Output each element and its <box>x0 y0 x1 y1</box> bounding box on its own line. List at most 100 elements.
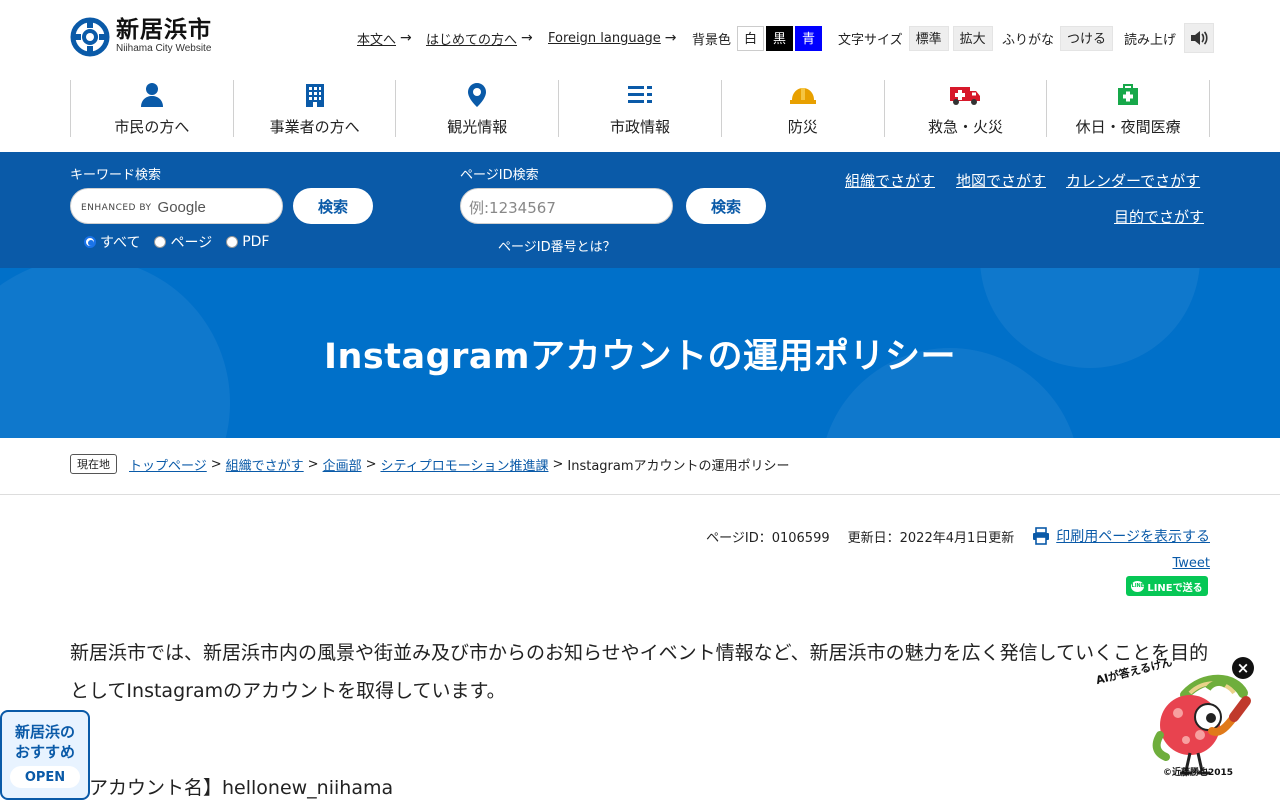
nav-label: 観光情報 <box>447 118 508 136</box>
arrow-right-icon: → <box>400 30 412 46</box>
google-logo: Google <box>157 199 206 216</box>
search-by-organization-link[interactable]: 組織でさがす <box>845 170 935 191</box>
list-icon <box>628 82 653 108</box>
bg-white-button[interactable]: 白 <box>737 25 765 51</box>
radio-checked-icon <box>84 236 96 248</box>
recommend-panel[interactable]: 新居浜の おすすめ OPEN <box>0 710 90 800</box>
breadcrumb-separator: > <box>552 456 564 472</box>
keyword-search-input[interactable]: ENHANCED BY Google <box>70 188 283 224</box>
enhanced-by-text: ENHANCED BY <box>81 202 152 213</box>
page-id-input[interactable]: 例:1234567 <box>460 188 673 224</box>
nav-label: 事業者の方へ <box>269 118 360 136</box>
speaker-icon <box>1191 31 1208 45</box>
text-size-control: 文字サイズ 標準 拡大 <box>838 24 993 52</box>
page-id-help-link[interactable]: ページID番号とは？ <box>498 236 616 255</box>
breadcrumb-separator: > <box>210 456 222 472</box>
text-size-label: 文字サイズ <box>838 32 903 48</box>
ambulance-icon <box>949 82 981 108</box>
nav-label: 救急・火災 <box>927 118 1003 136</box>
page-title-hero: Instagramアカウントの運用ポリシー <box>0 268 1280 438</box>
furigana-control: ふりがな つける <box>1002 24 1114 52</box>
line-share-button[interactable]: LINE LINEで送る <box>1126 576 1208 596</box>
recommend-open-button[interactable]: OPEN <box>10 766 80 788</box>
first-time-link[interactable]: はじめての方へ <box>426 29 517 48</box>
scope-page-radio[interactable]: ページ <box>154 232 212 252</box>
keyword-search-button[interactable]: 検索 <box>293 188 373 224</box>
helmet-icon <box>789 82 817 108</box>
current-location-badge: 現在地 <box>70 454 117 474</box>
line-logo-icon: LINE <box>1131 580 1145 592</box>
search-by-purpose-link[interactable]: 目的でさがす <box>1114 206 1204 227</box>
page-id-text: ページID：0106599 <box>706 530 830 546</box>
foreign-language-link[interactable]: Foreign language <box>548 31 661 46</box>
nav-item-emergency-fire[interactable]: 救急・火災 <box>883 80 1047 137</box>
bg-blue-button[interactable]: 青 <box>795 25 823 51</box>
read-aloud-label: 読み上げ <box>1124 32 1177 48</box>
print-link-wrap[interactable]: 印刷用ページを表示する <box>1032 526 1210 546</box>
arrow-right-icon: → <box>664 30 677 46</box>
nav-label: 市政情報 <box>610 118 671 136</box>
page-id-search-button[interactable]: 検索 <box>686 188 766 224</box>
radio-unchecked-icon <box>226 236 239 248</box>
breadcrumb-link-top[interactable]: トップページ <box>129 455 207 474</box>
read-aloud-control: 読み上げ <box>1124 23 1215 53</box>
bg-color-label: 背景色 <box>692 32 732 48</box>
nav-label: 防災 <box>787 118 818 136</box>
breadcrumb-separator: > <box>307 456 319 472</box>
recommend-line2: おすすめ <box>14 743 75 761</box>
nav-item-tourism[interactable]: 観光情報 <box>395 80 558 137</box>
search-by-map-link[interactable]: 地図でさがす <box>956 170 1046 191</box>
city-emblem-icon <box>70 17 110 57</box>
page-id-search-label: ページID検索 <box>460 168 539 183</box>
site-name: 新居浜市 <box>116 17 212 43</box>
nav-item-city-admin[interactable]: 市政情報 <box>558 80 721 137</box>
breadcrumb: 現在地 トップページ > 組織でさがす > 企画部 > シティプロモーション推進… <box>70 454 790 474</box>
first-aid-icon <box>1117 82 1139 108</box>
site-subtitle: Niihama City Website <box>116 43 212 54</box>
scope-pdf-radio[interactable]: PDF <box>226 232 269 252</box>
site-logo[interactable]: 新居浜市 Niihama City Website <box>70 14 212 60</box>
scope-label: すべて <box>100 235 141 251</box>
util-link-skip[interactable]: 本文へ → <box>357 24 412 52</box>
breadcrumb-separator: > <box>365 456 377 472</box>
print-page-link[interactable]: 印刷用ページを表示する <box>1056 526 1210 546</box>
furigana-label: ふりがな <box>1002 32 1055 48</box>
text-size-standard-button[interactable]: 標準 <box>908 25 949 51</box>
mascot-copyright: ©近藤勝也2015 <box>1163 768 1234 778</box>
recommend-line1: 新居浜の <box>14 723 75 741</box>
page-id-placeholder: 例:1234567 <box>469 199 556 217</box>
breadcrumb-link-organization[interactable]: 組織でさがす <box>226 455 304 474</box>
text-size-large-button[interactable]: 拡大 <box>952 25 993 51</box>
breadcrumb-current: Instagramアカウントの運用ポリシー <box>567 458 790 474</box>
page-meta: ページID：0106599 更新日：2022年4月1日更新 印刷用ページを表示す… <box>706 526 1210 546</box>
updated-date: 更新日：2022年4月1日更新 <box>847 530 1015 546</box>
building-icon <box>305 82 325 108</box>
nav-item-holiday-night-medical[interactable]: 休日・夜間医療 <box>1046 80 1211 137</box>
google-branding: ENHANCED BY Google <box>81 199 206 216</box>
printer-icon <box>1033 527 1050 545</box>
scope-all-radio[interactable]: すべて <box>84 232 140 252</box>
furigana-on-button[interactable]: つける <box>1060 25 1114 51</box>
search-scope-radios: すべて ページ PDF <box>84 232 269 252</box>
util-link-first-time[interactable]: はじめての方へ → <box>426 24 533 52</box>
nav-item-businesses[interactable]: 事業者の方へ <box>232 80 396 137</box>
scope-label: ページ <box>170 235 213 251</box>
bg-black-button[interactable]: 黒 <box>766 25 794 51</box>
nav-item-disaster-prevention[interactable]: 防災 <box>720 80 884 137</box>
page-title: Instagramアカウントの運用ポリシー <box>323 336 957 377</box>
global-nav: 市民の方へ 事業者の方へ 観光情報 市政情報 防災 救急・火災 休日・夜間医療 <box>70 80 1211 137</box>
arrow-right-icon: → <box>521 30 533 46</box>
search-by-calendar-link[interactable]: カレンダーでさがす <box>1066 170 1200 191</box>
skip-to-content-link[interactable]: 本文へ <box>357 29 396 48</box>
line-share-label: LINEで送る <box>1147 582 1203 594</box>
read-aloud-button[interactable] <box>1184 23 1215 53</box>
breadcrumb-link-planning[interactable]: 企画部 <box>323 455 362 474</box>
close-mascot-button[interactable]: × <box>1232 657 1254 679</box>
map-pin-icon <box>467 82 487 108</box>
util-link-foreign[interactable]: Foreign language → <box>548 24 677 52</box>
person-icon <box>139 82 165 108</box>
nav-label: 休日・夜間医療 <box>1075 118 1181 136</box>
nav-item-citizens[interactable]: 市民の方へ <box>70 80 233 137</box>
tweet-button[interactable]: Tweet <box>1172 556 1210 571</box>
breadcrumb-link-city-promotion[interactable]: シティプロモーション推進課 <box>381 455 549 474</box>
